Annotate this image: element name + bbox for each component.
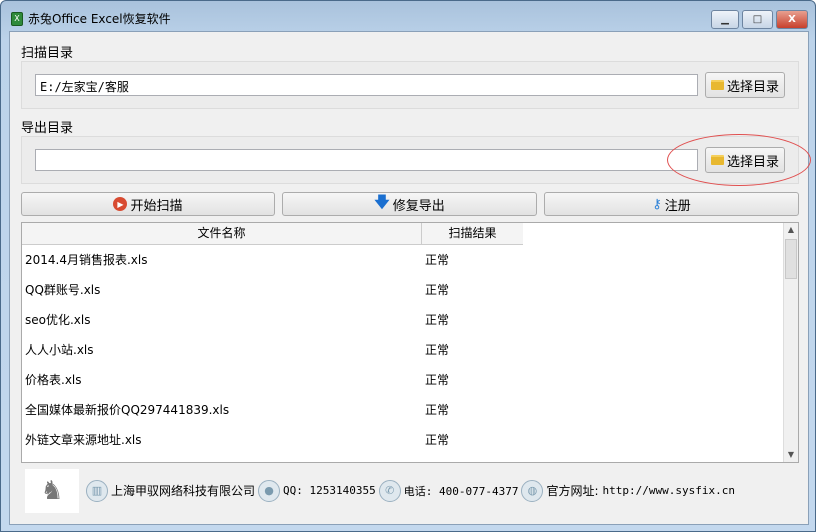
arrow-down-icon: 🡇 [374,192,390,211]
company-name: 上海甲驭网络科技有限公司 [111,484,256,498]
table-row[interactable]: 2014.4月销售报表.xls 正常 [22,245,784,275]
close-button[interactable]: X [776,10,808,29]
file-name: 人人小站.xls [25,343,94,357]
building-icon: ▥ [86,479,108,502]
export-dir-input[interactable] [35,149,698,171]
site-url[interactable]: http://www.sysfix.cn [603,484,735,497]
phone-icon: ✆ [378,479,401,502]
file-name: 全国媒体最新报价QQ297441839.xls [25,403,230,417]
app-icon: X [11,11,23,26]
scan-dir-label: 扫描目录 [21,46,74,61]
scrollbar-thumb[interactable] [785,239,797,279]
phone-number: 电话: 400-077-4377 [403,484,519,498]
table-row[interactable]: QQ群账号.xls 正常 [22,275,784,305]
scan-dir-input[interactable]: E:/左家宝/客服 [35,74,698,96]
scan-choose-dir-button[interactable]: 选择目录 [705,72,785,98]
register-button[interactable]: ⚷ 注册 [544,192,799,216]
qq-number: QQ: 1253140355 [283,484,376,497]
folder-icon [710,80,724,90]
scan-result: 正常 [425,253,450,267]
file-name: 价格表.xls [25,373,82,387]
start-scan-button[interactable]: ▶ 开始扫描 [21,192,275,216]
table-row[interactable]: 价格表.xls 正常 [22,365,784,395]
scan-result: 正常 [425,373,450,387]
key-icon: ⚷ [652,196,662,212]
table-row[interactable]: 外链文章来源地址.xls 正常 [22,425,784,455]
qq-icon: ● [258,479,281,502]
window-title: 赤兔Office Excel恢复软件 [28,12,171,26]
highlight-ellipse [667,134,811,186]
maximize-button[interactable]: □ [742,10,773,29]
play-icon: ▶ [113,197,128,211]
file-table: 文件名称 扫描结果 2014.4月销售报表.xls 正常 QQ群账号.xls 正常 se… [21,222,799,463]
file-name: 外链文章来源地址.xls [25,433,142,447]
scroll-down-icon[interactable]: ▼ [784,448,798,462]
repair-export-button[interactable]: 🡇 修复导出 [282,192,537,216]
table-row[interactable]: 全国媒体最新报价QQ297441839.xls 正常 [22,395,784,425]
table-row[interactable]: 人人小站.xls 正常 [22,335,784,365]
table-row[interactable]: seo优化.xls 正常 [22,305,784,335]
export-dir-label: 导出目录 [21,121,74,136]
scan-choose-label: 选择目录 [726,79,779,95]
vertical-scrollbar[interactable]: ▲ ▼ [783,223,798,462]
app-window: X 赤兔Office Excel恢复软件 ▁ □ X 扫描目录 E:/左家宝/客… [0,0,816,532]
globe-icon: ◍ [521,479,544,502]
footer: ♞ ▥ 上海甲驭网络科技有限公司 ● QQ: 1253140355 ✆ 电话: … [25,468,795,513]
scan-result: 正常 [425,403,450,417]
start-scan-label: 开始扫描 [130,198,183,214]
scan-dir-group: E:/左家宝/客服 选择目录 [21,61,799,109]
site-label: 官方网址: [546,484,599,498]
client-area: 扫描目录 E:/左家宝/客服 选择目录 导出目录 选择目录 ▶ 开始扫描 🡇 修… [9,31,811,525]
register-label: 注册 [664,198,691,214]
repair-export-label: 修复导出 [392,198,445,214]
horse-logo: ♞ [25,468,79,513]
file-name: QQ群账号.xls [25,283,101,297]
column-header-result[interactable]: 扫描结果 [422,223,523,245]
file-name: seo优化.xls [25,313,91,327]
scan-result: 正常 [425,343,450,357]
scroll-up-icon[interactable]: ▲ [784,223,798,237]
minimize-button[interactable]: ▁ [711,10,739,29]
scan-result: 正常 [425,283,450,297]
scan-result: 正常 [425,313,450,327]
title-bar: X 赤兔Office Excel恢复软件 [11,10,171,27]
scan-result: 正常 [425,433,450,447]
column-header-filename[interactable]: 文件名称 [22,223,422,245]
file-name: 2014.4月销售报表.xls [25,253,148,267]
